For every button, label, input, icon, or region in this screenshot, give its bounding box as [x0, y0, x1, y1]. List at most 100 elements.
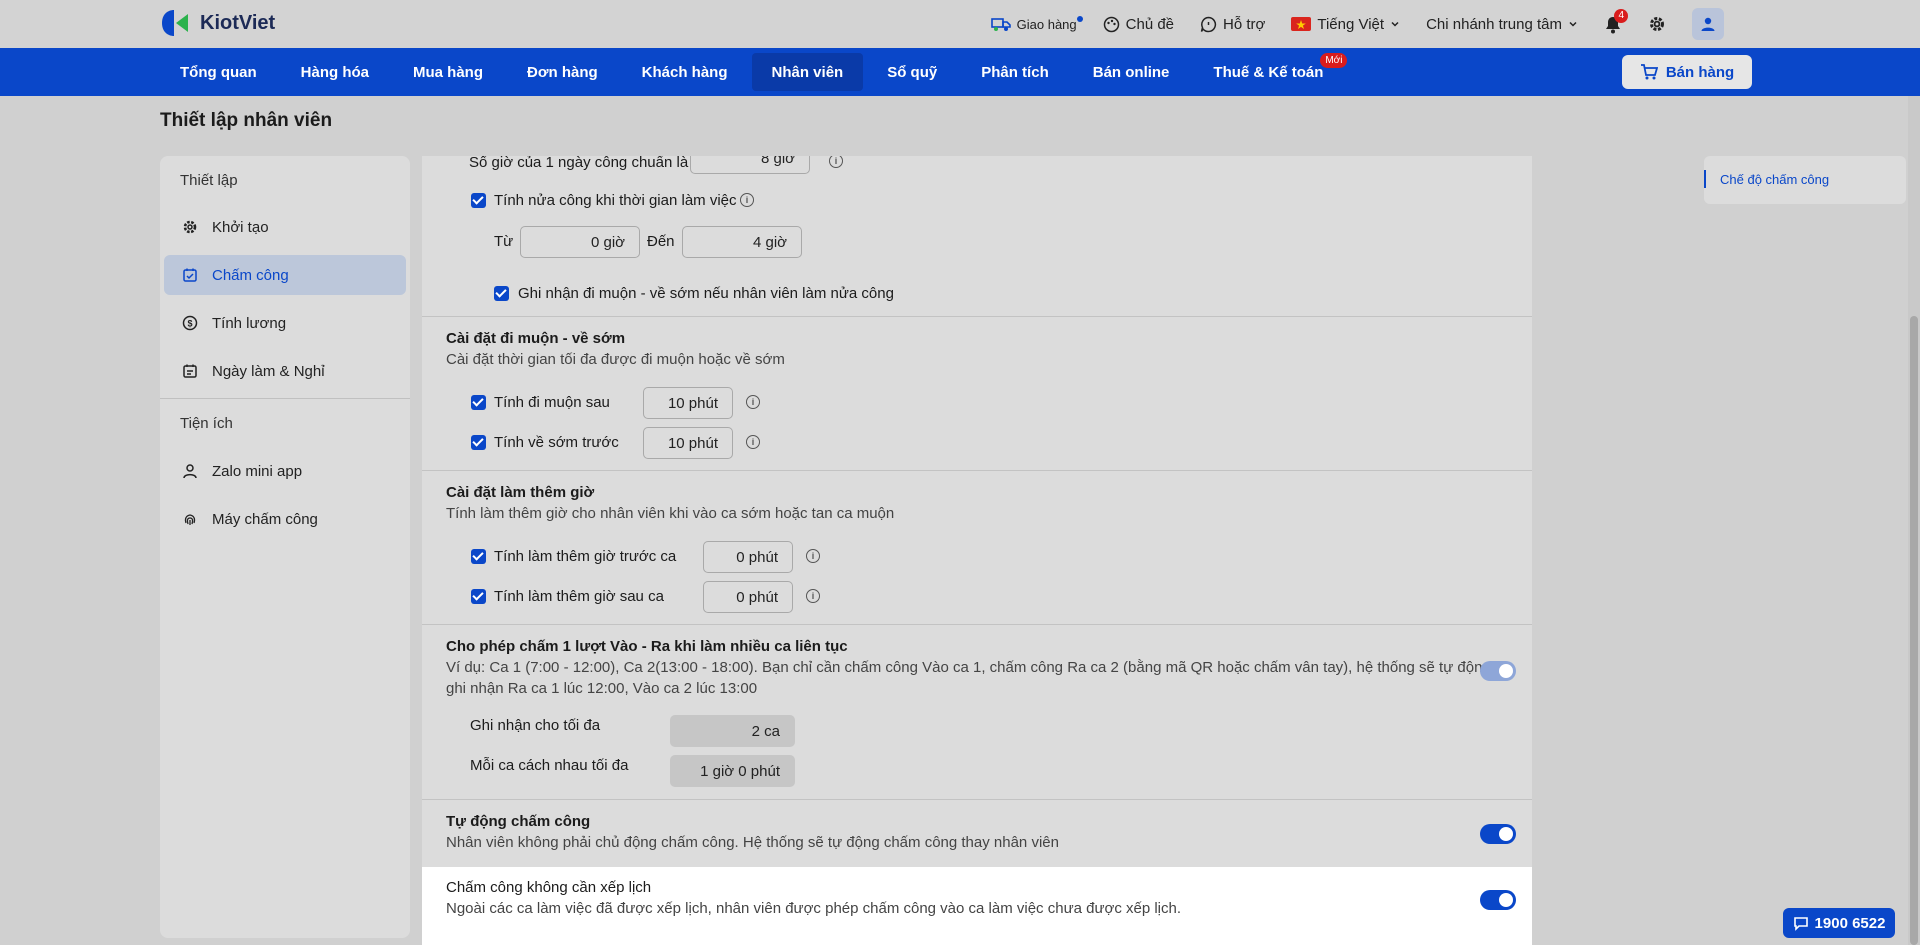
nav-tab-5[interactable]: Nhân viên: [751, 53, 864, 91]
shift-gap-label: Mỗi ca cách nhau tối đa: [470, 757, 629, 774]
calendar-icon: [183, 364, 197, 378]
sidebar-item-init[interactable]: Khởi tạo: [164, 207, 406, 247]
brand-name: KiotViet: [200, 11, 276, 34]
sidebar-item-payroll[interactable]: $ Tính lương: [164, 303, 406, 343]
fingerprint-icon: [184, 514, 196, 525]
info-icon[interactable]: i: [746, 435, 760, 449]
delivery-truck-icon: [990, 18, 1011, 31]
sidebar-item-timeclock[interactable]: Máy chấm công: [164, 499, 406, 539]
sell-button[interactable]: Bán hàng: [1622, 55, 1752, 89]
chevron-down-icon: [1569, 21, 1577, 27]
new-badge: Mới: [1320, 53, 1348, 68]
chat-bubble-icon: [1793, 916, 1808, 931]
nav-tab-0[interactable]: Tổng quan: [160, 53, 277, 91]
nav-tab-3[interactable]: Đơn hàng: [507, 53, 618, 91]
person-icon: [183, 464, 197, 479]
info-icon[interactable]: i: [829, 156, 843, 168]
nav-tab-label: Khách hàng: [641, 63, 728, 81]
overtime-after-checkbox[interactable]: [471, 589, 486, 604]
user-avatar[interactable]: [1692, 8, 1724, 40]
half-day-late-checkbox[interactable]: [494, 286, 509, 301]
early-minutes-input[interactable]: 10 phút: [643, 427, 733, 459]
notification-count-badge: 4: [1614, 8, 1628, 23]
logo[interactable]: KiotViet: [160, 8, 275, 38]
settings-button[interactable]: [1648, 15, 1666, 33]
language-select[interactable]: Tiếng Việt: [1291, 16, 1400, 33]
calendar-check-icon: [183, 268, 197, 282]
anchor-timekeeping-mode[interactable]: Chế độ chấm công: [1720, 172, 1829, 187]
late-label: Tính đi muộn sau: [494, 394, 610, 411]
overtime-after-input[interactable]: 0 phút: [703, 581, 793, 613]
sidebar-group-settings: Thiết lập: [180, 172, 238, 189]
standard-hours-input[interactable]: 8 giờ: [690, 156, 810, 174]
cart-icon: [1640, 64, 1658, 80]
notification-button[interactable]: 4: [1604, 8, 1628, 34]
to-hours-input[interactable]: 4 giờ: [682, 226, 802, 258]
dollar-circle-icon: $: [182, 315, 198, 331]
unscheduled-desc: Ngoài các ca làm việc đã được xếp lịch, …: [446, 900, 1182, 917]
top-bar: KiotViet Giao hàng Chủ đề Hỗ trợ Tiếng V…: [0, 0, 1920, 48]
sidebar-item-workdays[interactable]: Ngày làm & Nghỉ: [164, 351, 406, 391]
section-anchor-nav: Chế độ chấm công: [1704, 156, 1906, 204]
support-link[interactable]: Hỗ trợ: [1200, 16, 1265, 33]
nav-tab-label: Hàng hóa: [300, 63, 369, 81]
theme-label: Chủ đề: [1125, 15, 1175, 33]
delivery-link[interactable]: Giao hàng: [990, 16, 1083, 32]
page-title: Thiết lập nhân viên: [160, 110, 333, 131]
sidebar-item-zalo[interactable]: Zalo mini app: [164, 451, 406, 491]
hotline-button[interactable]: 1900 6522: [1783, 908, 1895, 938]
early-checkbox[interactable]: [471, 435, 486, 450]
settings-sidebar: Thiết lập Khởi tạo Chấm công $ Tính lươn…: [160, 156, 410, 938]
settings-content: Số giờ của 1 ngày công chuẩn là 8 giờ i …: [422, 156, 1532, 945]
gear-icon: [183, 220, 197, 234]
nav-tab-4[interactable]: Khách hàng: [622, 53, 748, 91]
from-label: Từ: [494, 233, 514, 250]
sidebar-group-utilities: Tiện ích: [180, 415, 233, 432]
nav-tab-1[interactable]: Hàng hóa: [281, 53, 389, 91]
gear-icon: [1650, 17, 1664, 31]
sidebar-item-label: Khởi tạo: [212, 218, 269, 236]
sidebar-item-label: Chấm công: [212, 266, 289, 284]
max-shifts-label: Ghi nhận cho tối đa: [470, 717, 601, 734]
branch-select[interactable]: Chi nhánh trung tâm: [1426, 16, 1578, 33]
active-indicator: [1704, 170, 1706, 188]
auto-timekeeping-toggle[interactable]: [1480, 824, 1516, 844]
top-nav-right: Giao hàng Chủ đề Hỗ trợ Tiếng Việt Chi n…: [990, 0, 1724, 48]
main-nav-tabs: Tổng quan Hàng hóa Mua hàng Đơn hàng Khách h…: [160, 48, 1348, 96]
multi-shift-title: Cho phép chấm 1 lượt Vào - Ra khi làm nh…: [446, 638, 848, 655]
info-icon[interactable]: i: [746, 395, 760, 409]
section-divider: [422, 799, 1532, 800]
half-day-checkbox[interactable]: [471, 193, 486, 208]
late-checkbox[interactable]: [471, 395, 486, 410]
svg-text:$: $: [187, 319, 192, 329]
nav-tab-6[interactable]: Sổ quỹ: [867, 53, 957, 91]
overtime-before-checkbox[interactable]: [471, 549, 486, 564]
nav-tab-label: Tổng quan: [180, 63, 257, 81]
unscheduled-toggle[interactable]: [1480, 890, 1516, 910]
nav-tab-label: Bán online: [1092, 63, 1170, 81]
shift-gap-input[interactable]: 1 giờ 0 phút: [670, 755, 795, 787]
sidebar-item-timekeeping[interactable]: Chấm công: [164, 255, 406, 295]
overtime-before-label: Tính làm thêm giờ trước ca: [494, 548, 677, 565]
scrollbar-thumb[interactable]: [1910, 316, 1918, 945]
theme-link[interactable]: Chủ đề: [1103, 16, 1174, 33]
auto-timekeeping-title: Tự động chấm công: [446, 813, 591, 830]
multi-shift-toggle[interactable]: [1480, 661, 1516, 681]
info-icon[interactable]: i: [806, 589, 820, 603]
nav-tab-8[interactable]: Bán online: [1073, 53, 1190, 91]
nav-tab-2[interactable]: Mua hàng: [393, 53, 503, 91]
nav-tab-7[interactable]: Phân tích: [961, 53, 1069, 91]
info-icon[interactable]: i: [806, 549, 820, 563]
from-hours-input[interactable]: 0 giờ: [520, 226, 640, 258]
nav-tab-label: Phân tích: [981, 63, 1049, 81]
max-shifts-input[interactable]: 2 ca: [670, 715, 795, 747]
nav-tab-9[interactable]: Thuế & Kế toán Mới: [1193, 53, 1348, 91]
sidebar-divider: [160, 398, 410, 399]
sidebar-item-label: Tính lương: [212, 314, 287, 332]
page-scrollbar[interactable]: [1908, 96, 1920, 945]
overtime-before-input[interactable]: 0 phút: [703, 541, 793, 573]
late-minutes-input[interactable]: 10 phút: [643, 387, 733, 419]
overtime-section-title: Cài đặt làm thêm giờ: [446, 484, 595, 501]
info-icon[interactable]: i: [740, 193, 754, 207]
multi-shift-desc-line2: ghi nhận Ra ca 1 lúc 12:00, Vào ca 2 lúc…: [446, 680, 758, 697]
